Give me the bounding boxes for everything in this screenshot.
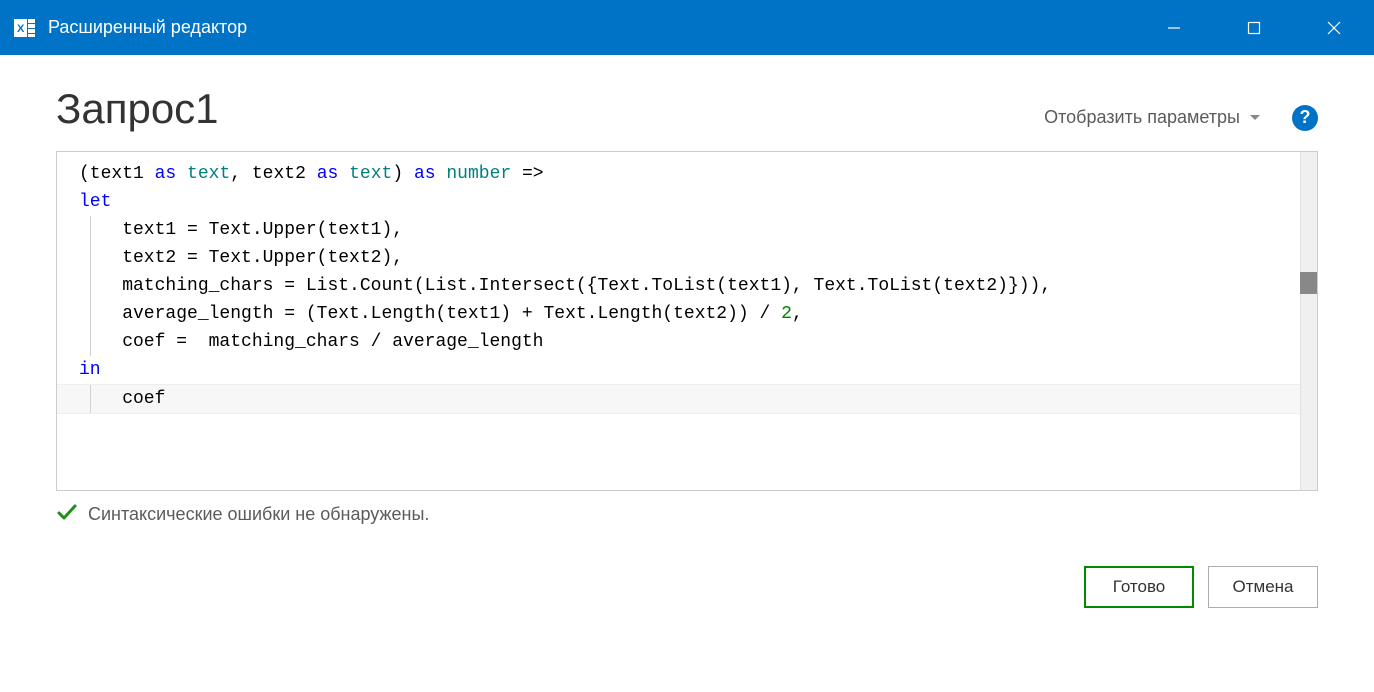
code-line: in — [57, 356, 1317, 384]
titlebar-controls — [1134, 0, 1374, 55]
display-parameters-label: Отобразить параметры — [1044, 107, 1240, 128]
code-line: matching_chars = List.Count(List.Interse… — [57, 272, 1317, 300]
help-icon[interactable]: ? — [1292, 105, 1318, 131]
scrollbar-thumb[interactable] — [1300, 272, 1317, 294]
titlebar: X Расширенный редактор — [0, 0, 1374, 55]
cancel-button[interactable]: Отмена — [1208, 566, 1318, 608]
header-row: Запрос1 Отобразить параметры ? — [56, 85, 1318, 133]
status-row: Синтаксические ошибки не обнаружены. — [56, 491, 1318, 538]
checkmark-icon — [56, 501, 78, 528]
code-line: let — [57, 188, 1317, 216]
scrollbar-track[interactable] — [1300, 152, 1317, 490]
window-title: Расширенный редактор — [48, 17, 247, 38]
close-button[interactable] — [1294, 0, 1374, 55]
svg-text:X: X — [17, 23, 25, 35]
code-line: average_length = (Text.Length(text1) + T… — [57, 300, 1317, 328]
button-row: Готово Отмена — [56, 566, 1318, 608]
ok-button[interactable]: Готово — [1084, 566, 1194, 608]
code-line: text1 = Text.Upper(text1), — [57, 216, 1317, 244]
content-area: Запрос1 Отобразить параметры ? (text1 as… — [0, 55, 1374, 628]
display-parameters-dropdown[interactable]: Отобразить параметры — [1044, 107, 1260, 128]
header-right: Отобразить параметры ? — [1044, 105, 1318, 131]
code-line-current: coef — [57, 384, 1317, 414]
code-editor[interactable]: (text1 as text, text2 as text) as number… — [56, 151, 1318, 491]
chevron-down-icon — [1250, 115, 1260, 120]
query-title: Запрос1 — [56, 85, 219, 133]
code-line: (text1 as text, text2 as text) as number… — [57, 160, 1317, 188]
minimize-button[interactable] — [1134, 0, 1214, 55]
maximize-button[interactable] — [1214, 0, 1294, 55]
code-content: (text1 as text, text2 as text) as number… — [57, 152, 1317, 422]
app-icon: X — [12, 15, 38, 41]
status-message: Синтаксические ошибки не обнаружены. — [88, 504, 429, 525]
code-line: coef = matching_chars / average_length — [57, 328, 1317, 356]
code-line: text2 = Text.Upper(text2), — [57, 244, 1317, 272]
